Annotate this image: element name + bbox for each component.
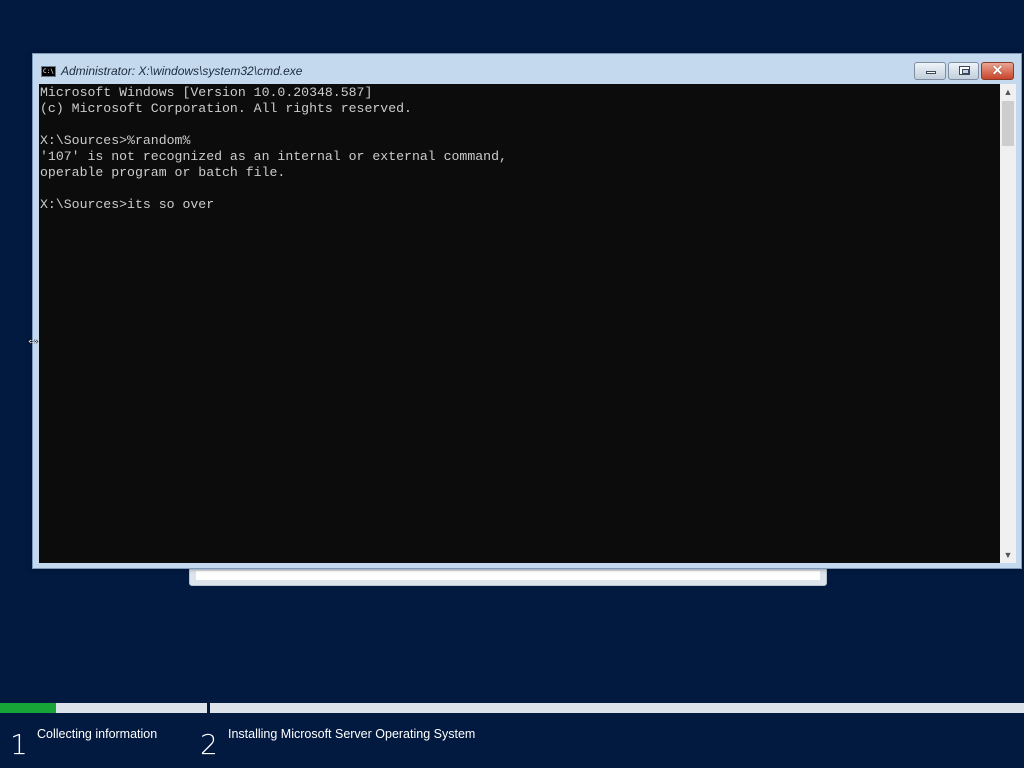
console-text[interactable]: Microsoft Windows [Version 10.0.20348.58…	[39, 84, 1000, 213]
progress-step-divider	[207, 703, 210, 713]
scroll-down-icon[interactable]: ▼	[1000, 547, 1016, 563]
setup-progress-fill	[0, 703, 57, 713]
title-bar[interactable]: C:\ Administrator: X:\windows\system32\c…	[33, 54, 1021, 84]
cmd-icon: C:\	[41, 66, 56, 77]
step-number: 1	[10, 728, 28, 761]
horizontal-resize-cursor-icon: ⇔	[25, 332, 41, 349]
scroll-up-icon[interactable]: ▲	[1000, 84, 1016, 100]
background-setup-dialog	[189, 566, 827, 586]
background-dialog-panel	[196, 571, 820, 580]
console-output[interactable]: Microsoft Windows [Version 10.0.20348.58…	[39, 84, 1000, 563]
cmd-window[interactable]: C:\ Administrator: X:\windows\system32\c…	[32, 53, 1022, 569]
window-title: Administrator: X:\windows\system32\cmd.e…	[61, 64, 303, 78]
step-number: 2	[200, 728, 218, 761]
minimize-button[interactable]	[914, 62, 946, 80]
step-label: Installing Microsoft Server Operating Sy…	[228, 727, 476, 741]
close-icon: ✕	[991, 62, 1004, 78]
minimize-icon	[926, 71, 936, 74]
vertical-scrollbar[interactable]: ▲ ▼	[1000, 84, 1016, 563]
step-label: Collecting information	[37, 727, 158, 741]
maximize-icon	[959, 66, 970, 75]
setup-progress-bar	[0, 703, 1024, 713]
close-button[interactable]: ✕	[981, 62, 1014, 80]
maximize-button[interactable]	[948, 62, 979, 80]
scroll-thumb[interactable]	[1002, 101, 1014, 146]
